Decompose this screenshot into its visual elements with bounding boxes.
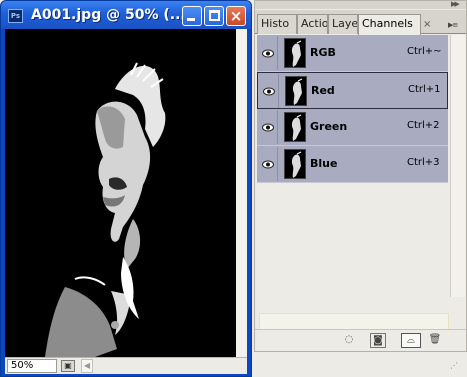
channel-name: Blue	[310, 157, 338, 170]
document-status-bar: 50% ▣ ◀	[5, 357, 247, 374]
channel-list: RGB Ctrl+~ Red Ctrl+1 Green Ctrl+2 Blue …	[257, 35, 448, 183]
channel-name: Red	[311, 84, 335, 97]
collapse-panel-icon[interactable]: ▶▶	[451, 0, 463, 8]
zoom-level-field[interactable]: 50%	[7, 359, 57, 373]
eye-icon	[263, 87, 275, 96]
eye-icon	[262, 49, 274, 58]
channel-row-blue[interactable]: Blue Ctrl+3	[257, 146, 448, 183]
channels-panel: ▶▶ Histo Actio Layer Channels × ▶≡ RGB C…	[254, 0, 467, 352]
maximize-button[interactable]	[204, 6, 224, 26]
visibility-toggle[interactable]	[258, 147, 278, 181]
document-vertical-scrollbar[interactable]	[236, 29, 247, 357]
channel-list-empty-area[interactable]	[257, 183, 448, 297]
document-title-bar[interactable]: Ps A001.jpg @ 50% (... ×	[1, 1, 251, 29]
channel-row-rgb[interactable]: RGB Ctrl+~	[257, 35, 448, 72]
close-icon: ×	[229, 7, 243, 25]
channel-shortcut: Ctrl+3	[407, 157, 440, 168]
minimize-icon	[187, 18, 195, 21]
channel-shortcut: Ctrl+2	[407, 120, 440, 131]
minimize-button[interactable]	[182, 6, 202, 26]
visibility-toggle[interactable]	[258, 36, 278, 70]
panel-header-strip[interactable]: ▶▶	[255, 0, 466, 9]
channel-row-green[interactable]: Green Ctrl+2	[257, 109, 448, 146]
trash-icon[interactable]: 🗑	[427, 333, 443, 348]
channel-shortcut: Ctrl+~	[407, 46, 442, 57]
resize-grip-icon[interactable]: ⋰	[450, 361, 464, 375]
load-selection-icon[interactable]: ◌	[341, 333, 357, 348]
photoshop-doc-icon[interactable]: Ps	[8, 9, 23, 23]
maximize-icon	[209, 10, 220, 21]
channel-shortcut: Ctrl+1	[408, 84, 441, 95]
channel-name: RGB	[310, 46, 336, 59]
status-info-icon[interactable]: ▣	[61, 360, 75, 372]
visibility-toggle[interactable]	[258, 110, 278, 144]
document-title: A001.jpg @ 50% (...	[31, 7, 186, 23]
close-button[interactable]: ×	[226, 6, 246, 26]
channel-thumbnail	[285, 76, 307, 106]
visibility-toggle[interactable]	[259, 74, 279, 108]
new-channel-icon[interactable]: ⌓	[401, 333, 421, 348]
channel-thumbnail	[284, 149, 306, 179]
tab-layers[interactable]: Layer	[328, 14, 358, 34]
document-window: Ps A001.jpg @ 50% (... × 50% ▣ ◀	[0, 0, 252, 377]
eye-icon	[262, 160, 274, 169]
tab-history[interactable]: Histo	[257, 14, 297, 34]
panel-vertical-scrollbar[interactable]	[450, 35, 465, 297]
panel-menu-icon[interactable]: ▶≡	[448, 19, 464, 31]
scroll-left-arrow-icon[interactable]: ◀	[81, 359, 93, 373]
save-selection-icon[interactable]: ◙	[370, 333, 386, 348]
panel-tab-bar: Histo Actio Layer Channels × ▶≡	[255, 10, 466, 35]
channel-thumbnail	[284, 112, 306, 142]
channel-row-red[interactable]: Red Ctrl+1	[257, 72, 448, 109]
tab-actions[interactable]: Actio	[297, 14, 328, 34]
panel-bottom-toolbar: ◌ ◙ ⌓ 🗑	[255, 329, 466, 351]
channel-thumbnail	[284, 38, 306, 68]
tab-close-icon[interactable]: ×	[423, 19, 431, 30]
channel-name: Green	[310, 120, 348, 133]
tab-channels[interactable]: Channels	[358, 14, 421, 35]
image-canvas[interactable]	[5, 29, 247, 357]
eye-icon	[262, 123, 274, 132]
portrait-image	[5, 29, 247, 357]
